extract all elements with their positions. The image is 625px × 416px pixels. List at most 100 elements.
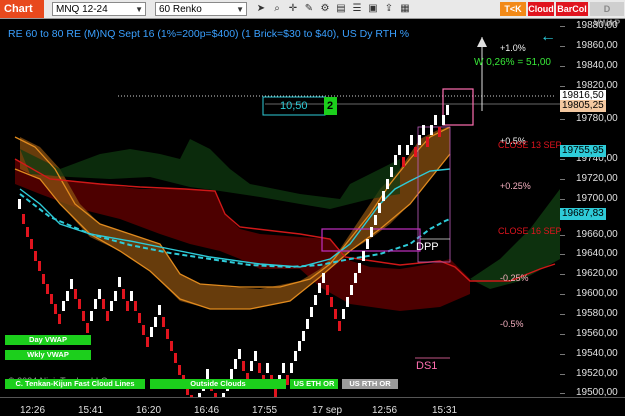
time-tick-label: 16:20 bbox=[136, 405, 162, 416]
price-tick-mark bbox=[560, 354, 565, 355]
weekly-vwap-button[interactable]: Wkly VWAP bbox=[5, 350, 91, 360]
renko-brick bbox=[290, 363, 293, 373]
renko-brick bbox=[338, 321, 341, 331]
dvwap-toggle-button[interactable]: D VWAP bbox=[590, 2, 624, 28]
renko-brick bbox=[162, 317, 165, 327]
dpp-label: DPP bbox=[416, 241, 439, 253]
instrument-selector[interactable]: MNQ 12-24 ▼ bbox=[52, 2, 146, 16]
crosshair-icon[interactable]: ✛ bbox=[286, 2, 300, 16]
time-tick-label: 16:46 bbox=[194, 405, 220, 416]
renko-brick bbox=[426, 137, 429, 147]
renko-brick bbox=[318, 283, 321, 293]
renko-brick bbox=[422, 125, 425, 135]
barcol-toggle-button[interactable]: BarCol bbox=[556, 2, 588, 16]
price-marker-label: 19755,95 bbox=[560, 145, 606, 157]
renko-brick bbox=[46, 284, 49, 294]
renko-brick bbox=[350, 285, 353, 295]
us-eth-or-button[interactable]: US ETH OR bbox=[290, 379, 338, 389]
renko-brick bbox=[446, 105, 449, 115]
day-vwap-button[interactable]: Day VWAP bbox=[5, 335, 91, 345]
renko-brick bbox=[418, 135, 421, 145]
renko-brick bbox=[254, 351, 257, 361]
renko-brick bbox=[102, 299, 105, 309]
renko-brick bbox=[62, 301, 65, 311]
chart-trader-icon[interactable]: ▦ bbox=[398, 2, 412, 16]
share-icon[interactable]: ⇪ bbox=[382, 2, 396, 16]
pct-minus-025: -0.25% bbox=[500, 273, 529, 283]
renko-brick bbox=[138, 313, 141, 323]
renko-brick bbox=[370, 227, 373, 237]
renko-brick bbox=[294, 351, 297, 361]
renko-brick bbox=[118, 277, 121, 287]
renko-brick bbox=[34, 251, 37, 261]
renko-brick bbox=[310, 307, 313, 317]
drawing-tools-icon[interactable]: ✎ bbox=[302, 2, 316, 16]
price-tick-mark bbox=[560, 66, 565, 67]
renko-brick bbox=[122, 289, 125, 299]
renko-brick bbox=[18, 199, 21, 209]
renko-brick bbox=[354, 273, 357, 283]
renko-brick bbox=[358, 263, 361, 273]
renko-brick bbox=[286, 375, 289, 385]
renko-brick bbox=[50, 294, 53, 304]
renko-brick bbox=[90, 311, 93, 321]
properties-icon[interactable]: ☰ bbox=[350, 2, 364, 16]
price-tick-label: 19540,00 bbox=[576, 348, 618, 359]
chart-menu-button[interactable]: Chart bbox=[0, 0, 44, 18]
renko-brick bbox=[58, 314, 61, 324]
renko-brick bbox=[438, 127, 441, 137]
pointer-icon[interactable]: ➤ bbox=[254, 2, 268, 16]
renko-brick bbox=[266, 363, 269, 373]
renko-brick bbox=[134, 301, 137, 311]
renko-brick bbox=[402, 157, 405, 167]
price-tick-mark bbox=[560, 393, 565, 394]
price-marker-label: 19687,83 bbox=[560, 208, 606, 220]
tk-toggle-button[interactable]: T<K bbox=[500, 2, 526, 16]
price-tick-label: 19700,00 bbox=[576, 193, 618, 204]
bar-type-selector[interactable]: 60 Renko ▼ bbox=[155, 2, 247, 16]
chevron-down-icon: ▼ bbox=[236, 5, 244, 14]
templates-icon[interactable]: ▣ bbox=[366, 2, 380, 16]
time-tick-label: 12:26 bbox=[20, 405, 46, 416]
us-rth-or-button[interactable]: US RTH OR bbox=[342, 379, 398, 389]
renko-brick bbox=[362, 251, 365, 261]
renko-brick bbox=[322, 273, 325, 283]
outside-clouds-button[interactable]: Outside Clouds bbox=[150, 379, 286, 389]
renko-brick bbox=[110, 301, 113, 311]
renko-brick bbox=[94, 299, 97, 309]
renko-brick bbox=[330, 297, 333, 307]
renko-brick bbox=[238, 349, 241, 359]
renko-brick bbox=[398, 145, 401, 155]
target-label: W 0,26% = 51,00 bbox=[474, 57, 551, 68]
chevron-down-icon: ▼ bbox=[135, 5, 143, 14]
renko-brick bbox=[70, 279, 73, 289]
price-tick-mark bbox=[560, 119, 565, 120]
price-chart[interactable] bbox=[0, 19, 625, 397]
renko-brick bbox=[410, 135, 413, 145]
renko-brick bbox=[366, 239, 369, 249]
renko-brick bbox=[82, 311, 85, 321]
zoom-icon[interactable]: ⌕ bbox=[270, 2, 284, 16]
brick-counter-count: 2 bbox=[327, 100, 334, 112]
renko-brick bbox=[30, 239, 33, 249]
price-tick-mark bbox=[560, 26, 565, 27]
price-tick-mark bbox=[560, 334, 565, 335]
indicators-icon[interactable]: ⚙ bbox=[318, 2, 332, 16]
price-tick-label: 19520,00 bbox=[576, 368, 618, 379]
price-tick-mark bbox=[560, 254, 565, 255]
renko-brick bbox=[166, 329, 169, 339]
pct-plus-1: +1.0% bbox=[500, 43, 526, 53]
renko-brick bbox=[146, 337, 149, 347]
cloud-toggle-button[interactable]: Cloud bbox=[528, 2, 554, 16]
price-tick-label: 19660,00 bbox=[576, 229, 618, 240]
renko-brick bbox=[314, 295, 317, 305]
renko-brick bbox=[234, 359, 237, 369]
price-tick-mark bbox=[560, 314, 565, 315]
strategies-icon[interactable]: ▤ bbox=[334, 2, 348, 16]
renko-brick bbox=[42, 274, 45, 284]
tenkan-kijun-button[interactable]: C. Tenkan-Kijun Fast Cloud Lines bbox=[5, 379, 145, 389]
back-arrow-icon[interactable]: ← bbox=[540, 29, 556, 45]
renko-brick bbox=[86, 323, 89, 333]
price-tick-mark bbox=[560, 179, 565, 180]
time-tick-label: 12:56 bbox=[372, 405, 398, 416]
